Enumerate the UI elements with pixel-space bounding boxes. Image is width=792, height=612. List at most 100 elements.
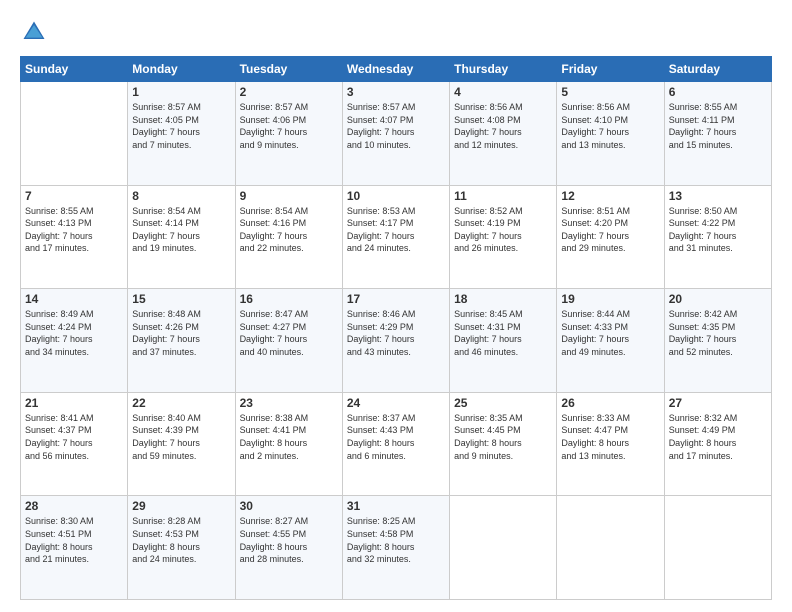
calendar-cell: 4 Sunrise: 8:56 AMSunset: 4:08 PMDaylight… (450, 82, 557, 186)
day-info: Sunrise: 8:41 AMSunset: 4:37 PMDaylight:… (25, 412, 123, 462)
day-info: Sunrise: 8:48 AMSunset: 4:26 PMDaylight:… (132, 308, 230, 358)
day-number: 13 (669, 189, 767, 203)
week-row-2: 7 Sunrise: 8:55 AMSunset: 4:13 PMDaylight… (21, 185, 772, 289)
day-info: Sunrise: 8:25 AMSunset: 4:58 PMDaylight:… (347, 515, 445, 565)
calendar-cell: 31 Sunrise: 8:25 AMSunset: 4:58 PMDayligh… (342, 496, 449, 600)
day-info: Sunrise: 8:40 AMSunset: 4:39 PMDaylight:… (132, 412, 230, 462)
calendar-cell: 19Sunrise: 8:44 AMSunset: 4:33 PMDayligh… (557, 289, 664, 393)
calendar-cell: 27 Sunrise: 8:32 AMSunset: 4:49 PMDayligh… (664, 392, 771, 496)
calendar-cell: 16Sunrise: 8:47 AMSunset: 4:27 PMDayligh… (235, 289, 342, 393)
calendar-cell: 3 Sunrise: 8:57 AMSunset: 4:07 PMDaylight… (342, 82, 449, 186)
day-number: 23 (240, 396, 338, 410)
day-number: 11 (454, 189, 552, 203)
day-info: Sunrise: 8:42 AMSunset: 4:35 PMDaylight:… (669, 308, 767, 358)
day-info: Sunrise: 8:56 AMSunset: 4:08 PMDaylight:… (454, 101, 552, 151)
day-info: Sunrise: 8:53 AMSunset: 4:17 PMDaylight:… (347, 205, 445, 255)
header-saturday: Saturday (664, 57, 771, 82)
day-number: 25 (454, 396, 552, 410)
calendar-cell: 21 Sunrise: 8:41 AMSunset: 4:37 PMDayligh… (21, 392, 128, 496)
header-wednesday: Wednesday (342, 57, 449, 82)
day-number: 9 (240, 189, 338, 203)
header-thursday: Thursday (450, 57, 557, 82)
calendar-cell: 23 Sunrise: 8:38 AMSunset: 4:41 PMDayligh… (235, 392, 342, 496)
day-info: Sunrise: 8:57 AMSunset: 4:07 PMDaylight:… (347, 101, 445, 151)
day-info: Sunrise: 8:54 AMSunset: 4:14 PMDaylight:… (132, 205, 230, 255)
day-number: 14 (25, 292, 123, 306)
day-number: 26 (561, 396, 659, 410)
calendar-cell: 28Sunrise: 8:30 AMSunset: 4:51 PMDayligh… (21, 496, 128, 600)
header-sunday: Sunday (21, 57, 128, 82)
header-row: SundayMondayTuesdayWednesdayThursdayFrid… (21, 57, 772, 82)
calendar-cell: 22Sunrise: 8:40 AMSunset: 4:39 PMDayligh… (128, 392, 235, 496)
calendar-cell: 1 Sunrise: 8:57 AMSunset: 4:05 PMDaylight… (128, 82, 235, 186)
day-number: 20 (669, 292, 767, 306)
day-info: Sunrise: 8:55 AMSunset: 4:11 PMDaylight:… (669, 101, 767, 151)
calendar-cell: 18 Sunrise: 8:45 AMSunset: 4:31 PMDayligh… (450, 289, 557, 393)
calendar-cell: 10 Sunrise: 8:53 AMSunset: 4:17 PMDayligh… (342, 185, 449, 289)
day-number: 4 (454, 85, 552, 99)
calendar-cell: 12 Sunrise: 8:51 AMSunset: 4:20 PMDayligh… (557, 185, 664, 289)
day-info: Sunrise: 8:33 AMSunset: 4:47 PMDaylight:… (561, 412, 659, 462)
day-info: Sunrise: 8:32 AMSunset: 4:49 PMDaylight:… (669, 412, 767, 462)
day-number: 1 (132, 85, 230, 99)
day-info: Sunrise: 8:45 AMSunset: 4:31 PMDaylight:… (454, 308, 552, 358)
day-info: Sunrise: 8:46 AMSunset: 4:29 PMDaylight:… (347, 308, 445, 358)
header-tuesday: Tuesday (235, 57, 342, 82)
day-number: 2 (240, 85, 338, 99)
header-monday: Monday (128, 57, 235, 82)
day-number: 17 (347, 292, 445, 306)
logo-icon (20, 18, 48, 46)
day-number: 21 (25, 396, 123, 410)
day-number: 10 (347, 189, 445, 203)
calendar-cell: 13 Sunrise: 8:50 AMSunset: 4:22 PMDayligh… (664, 185, 771, 289)
logo (20, 18, 52, 46)
week-row-5: 28Sunrise: 8:30 AMSunset: 4:51 PMDayligh… (21, 496, 772, 600)
day-number: 29 (132, 499, 230, 513)
day-number: 12 (561, 189, 659, 203)
calendar-cell: 9 Sunrise: 8:54 AMSunset: 4:16 PMDaylight… (235, 185, 342, 289)
day-info: Sunrise: 8:37 AMSunset: 4:43 PMDaylight:… (347, 412, 445, 462)
day-info: Sunrise: 8:35 AMSunset: 4:45 PMDaylight:… (454, 412, 552, 462)
calendar-header: SundayMondayTuesdayWednesdayThursdayFrid… (21, 57, 772, 82)
day-number: 5 (561, 85, 659, 99)
day-number: 31 (347, 499, 445, 513)
day-number: 24 (347, 396, 445, 410)
day-info: Sunrise: 8:52 AMSunset: 4:19 PMDaylight:… (454, 205, 552, 255)
day-info: Sunrise: 8:50 AMSunset: 4:22 PMDaylight:… (669, 205, 767, 255)
day-info: Sunrise: 8:55 AMSunset: 4:13 PMDaylight:… (25, 205, 123, 255)
calendar-cell (664, 496, 771, 600)
calendar-cell: 15 Sunrise: 8:48 AMSunset: 4:26 PMDayligh… (128, 289, 235, 393)
day-info: Sunrise: 8:57 AMSunset: 4:06 PMDaylight:… (240, 101, 338, 151)
day-info: Sunrise: 8:38 AMSunset: 4:41 PMDaylight:… (240, 412, 338, 462)
calendar-cell (450, 496, 557, 600)
day-info: Sunrise: 8:47 AMSunset: 4:27 PMDaylight:… (240, 308, 338, 358)
day-number: 3 (347, 85, 445, 99)
day-info: Sunrise: 8:27 AMSunset: 4:55 PMDaylight:… (240, 515, 338, 565)
calendar-cell: 30 Sunrise: 8:27 AMSunset: 4:55 PMDayligh… (235, 496, 342, 600)
day-number: 8 (132, 189, 230, 203)
calendar-cell: 14Sunrise: 8:49 AMSunset: 4:24 PMDayligh… (21, 289, 128, 393)
day-number: 7 (25, 189, 123, 203)
calendar-cell: 8 Sunrise: 8:54 AMSunset: 4:14 PMDaylight… (128, 185, 235, 289)
day-info: Sunrise: 8:51 AMSunset: 4:20 PMDaylight:… (561, 205, 659, 255)
calendar-cell (21, 82, 128, 186)
page: SundayMondayTuesdayWednesdayThursdayFrid… (0, 0, 792, 612)
calendar-body: 1 Sunrise: 8:57 AMSunset: 4:05 PMDaylight… (21, 82, 772, 600)
header (20, 18, 772, 46)
week-row-1: 1 Sunrise: 8:57 AMSunset: 4:05 PMDaylight… (21, 82, 772, 186)
day-number: 18 (454, 292, 552, 306)
day-info: Sunrise: 8:57 AMSunset: 4:05 PMDaylight:… (132, 101, 230, 151)
day-number: 27 (669, 396, 767, 410)
day-info: Sunrise: 8:54 AMSunset: 4:16 PMDaylight:… (240, 205, 338, 255)
day-number: 30 (240, 499, 338, 513)
day-number: 6 (669, 85, 767, 99)
calendar-table: SundayMondayTuesdayWednesdayThursdayFrid… (20, 56, 772, 600)
calendar-cell (557, 496, 664, 600)
calendar-cell: 29Sunrise: 8:28 AMSunset: 4:53 PMDayligh… (128, 496, 235, 600)
day-number: 15 (132, 292, 230, 306)
calendar-cell: 25 Sunrise: 8:35 AMSunset: 4:45 PMDayligh… (450, 392, 557, 496)
day-info: Sunrise: 8:30 AMSunset: 4:51 PMDaylight:… (25, 515, 123, 565)
calendar-cell: 7 Sunrise: 8:55 AMSunset: 4:13 PMDaylight… (21, 185, 128, 289)
week-row-4: 21 Sunrise: 8:41 AMSunset: 4:37 PMDayligh… (21, 392, 772, 496)
calendar-cell: 5Sunrise: 8:56 AMSunset: 4:10 PMDaylight… (557, 82, 664, 186)
